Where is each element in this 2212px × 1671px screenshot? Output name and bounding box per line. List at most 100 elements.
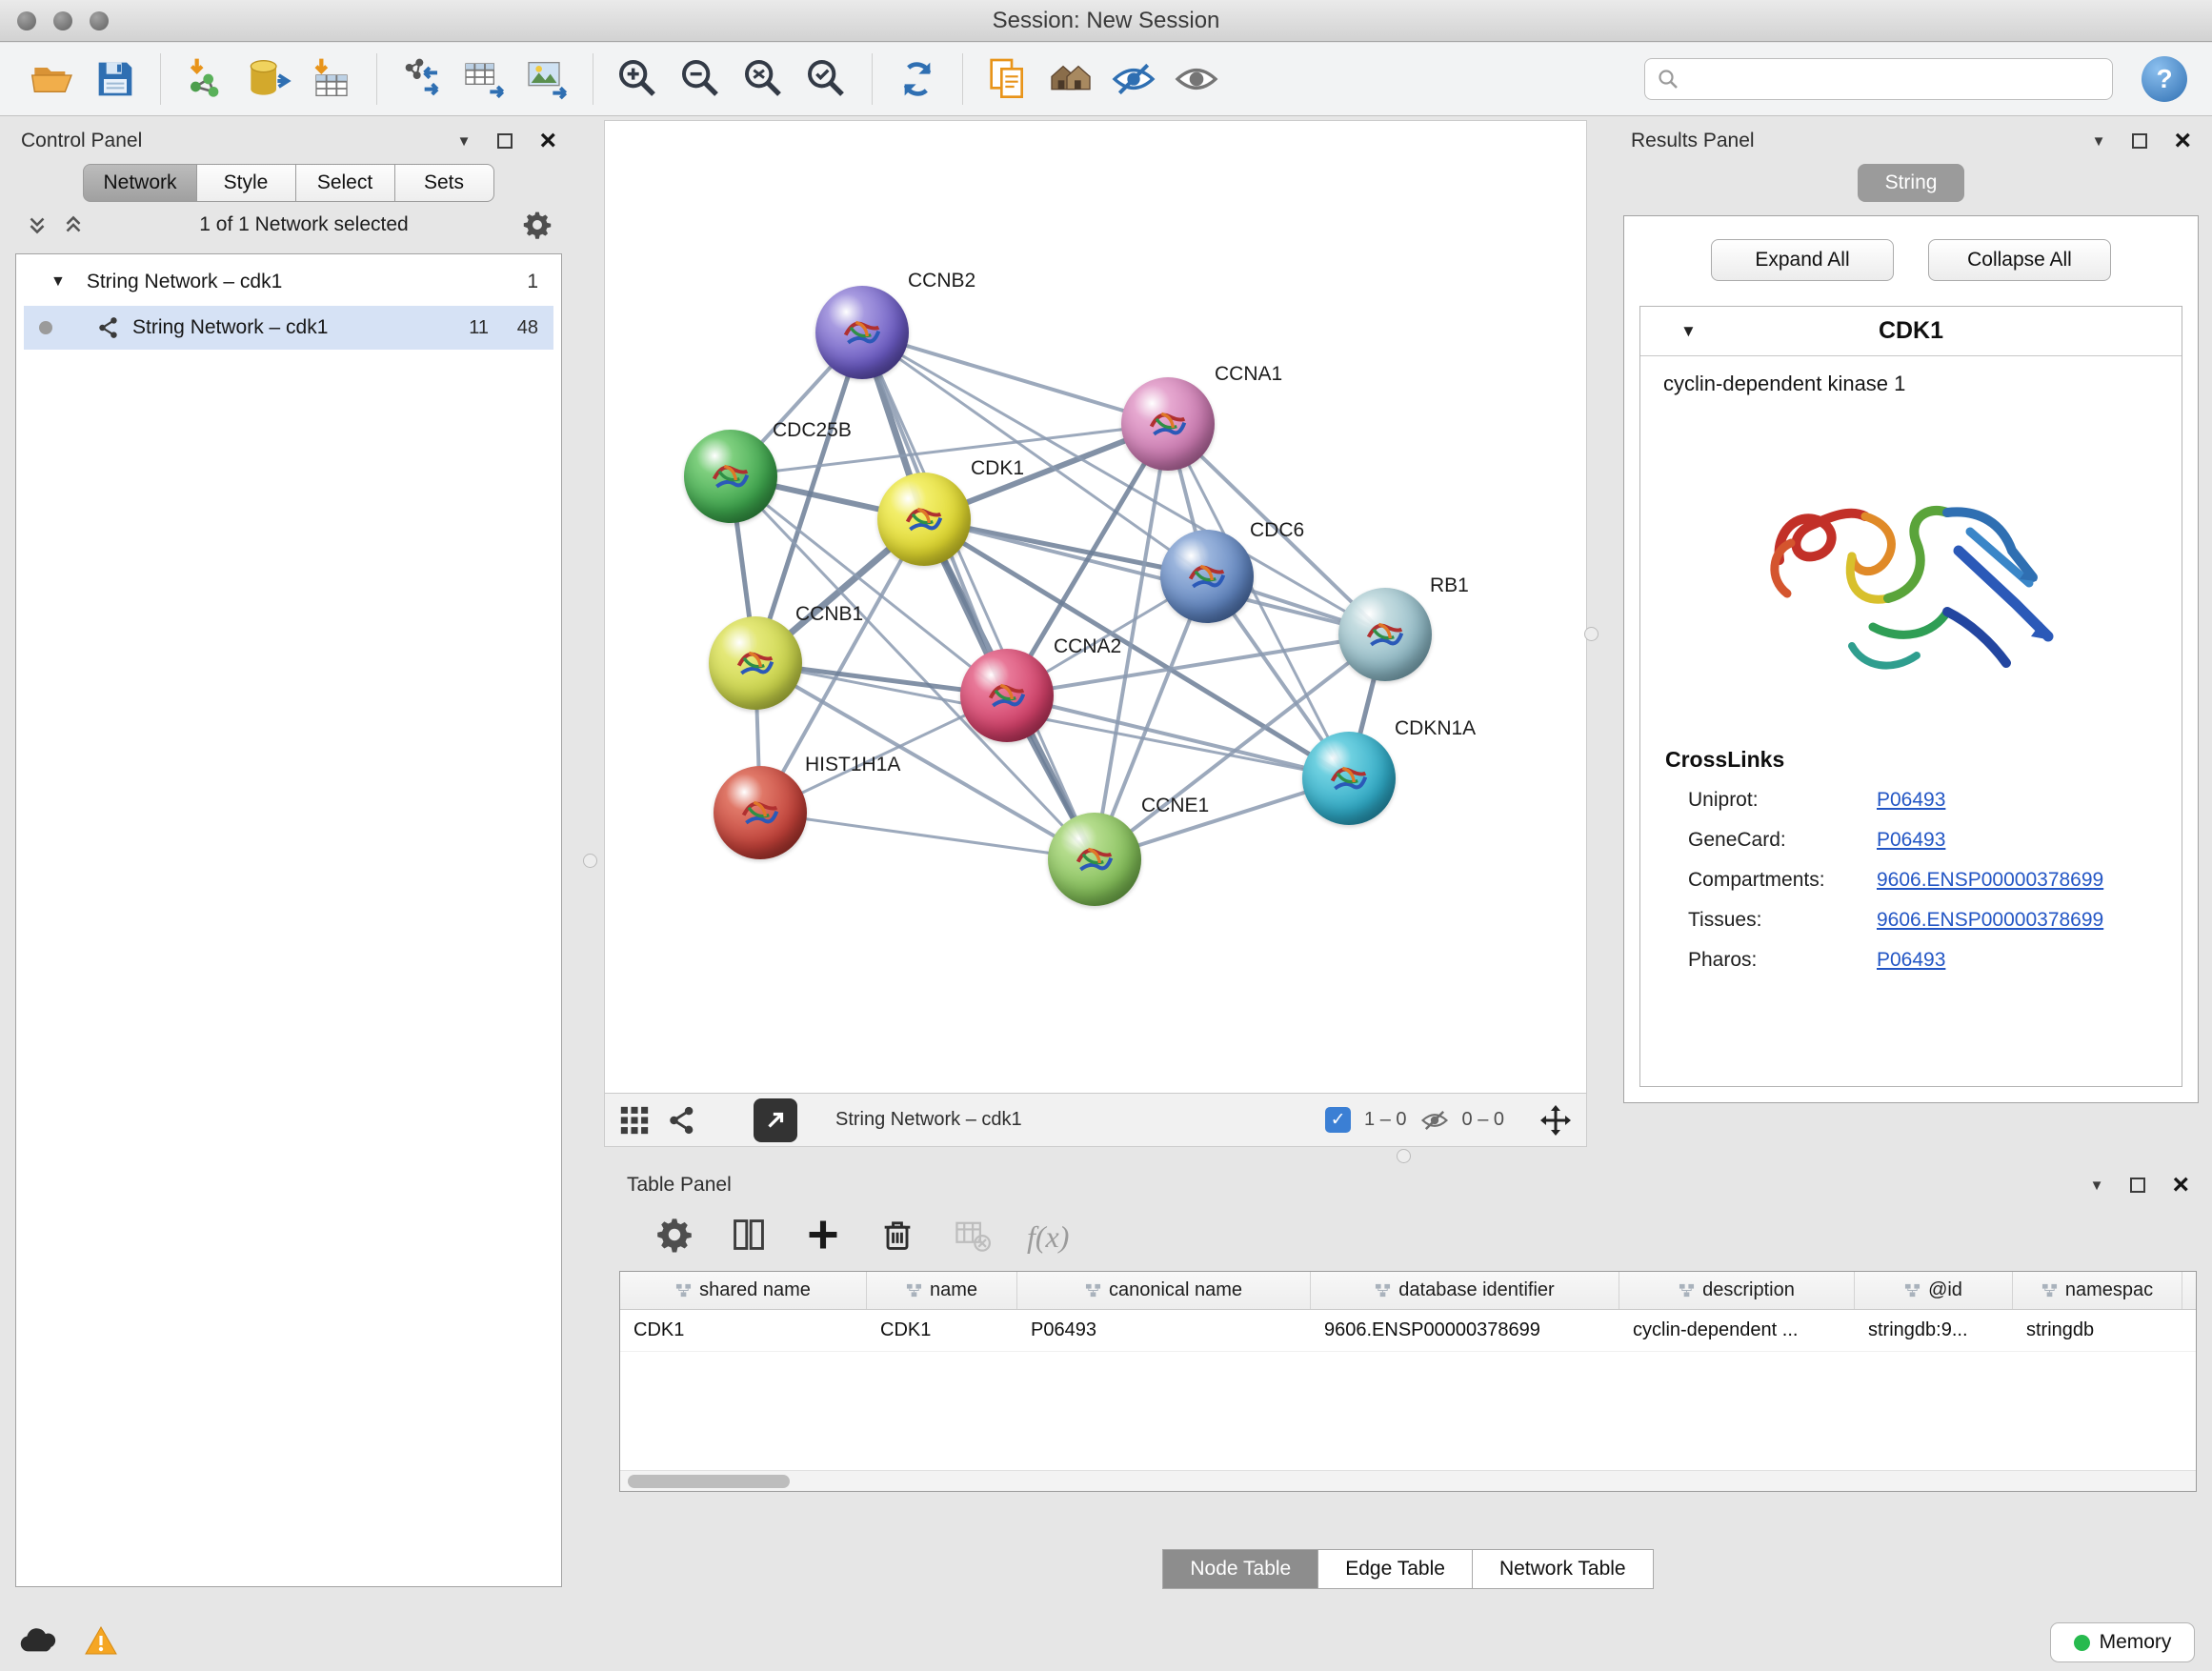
memory-button[interactable]: Memory xyxy=(2050,1622,2195,1662)
protein-section-header[interactable]: ▼ CDK1 xyxy=(1640,307,2182,356)
expand-all-tree-icon[interactable] xyxy=(25,212,50,237)
table-settings-button[interactable] xyxy=(655,1216,694,1258)
hide-selected-button[interactable] xyxy=(1106,50,1161,108)
close-panel-icon[interactable]: × xyxy=(2174,127,2191,155)
network-node-CCNB2[interactable] xyxy=(815,286,909,379)
export-image-button[interactable] xyxy=(520,50,575,108)
collapse-panel-icon[interactable]: ▼ xyxy=(2092,134,2106,149)
network-canvas[interactable]: CCNB2CCNA1CDC25BCDK1CDC6RB1CCNB1CCNA2CDK… xyxy=(605,121,1586,1093)
column-header[interactable]: shared name xyxy=(620,1272,867,1309)
section-collapse-icon[interactable]: ▼ xyxy=(1680,322,1697,341)
zoom-fit-button[interactable] xyxy=(736,50,792,108)
network-node-CDK1[interactable] xyxy=(877,473,971,566)
cloud-status-button[interactable] xyxy=(17,1625,61,1661)
help-button[interactable]: ? xyxy=(2142,56,2187,102)
show-columns-button[interactable] xyxy=(730,1216,768,1258)
crosslink-value-link[interactable]: 9606.ENSP00000378699 xyxy=(1877,909,2103,932)
maximize-window-button[interactable] xyxy=(90,11,109,30)
table-cell[interactable]: stringdb xyxy=(2013,1310,2182,1351)
network-node-CCNE1[interactable] xyxy=(1048,813,1141,906)
close-window-button[interactable] xyxy=(17,11,36,30)
delete-column-button[interactable] xyxy=(878,1216,916,1258)
float-panel-icon[interactable] xyxy=(2132,133,2147,149)
column-header[interactable]: namespac xyxy=(2013,1272,2182,1309)
gear-icon[interactable] xyxy=(522,210,553,240)
collapse-all-tree-icon[interactable] xyxy=(61,212,86,237)
network-node-HIST1H1A[interactable] xyxy=(714,766,807,859)
close-panel-icon[interactable]: × xyxy=(539,127,556,155)
network-node-CCNA1[interactable] xyxy=(1121,377,1215,471)
duplicate-style-button[interactable] xyxy=(980,50,1036,108)
network-edge[interactable] xyxy=(924,519,1385,634)
float-panel-icon[interactable] xyxy=(2130,1178,2145,1193)
vertical-splitter-handle[interactable] xyxy=(1584,627,1599,641)
table-cell[interactable]: 9606.ENSP00000378699 xyxy=(1311,1310,1619,1351)
refresh-button[interactable] xyxy=(890,50,945,108)
horizontal-splitter-handle[interactable] xyxy=(1397,1149,1411,1163)
network-row-selected[interactable]: String Network – cdk1 11 48 xyxy=(24,306,553,350)
column-header[interactable]: canonical name xyxy=(1017,1272,1311,1309)
network-node-CCNA2[interactable] xyxy=(960,649,1054,742)
table-cell[interactable]: P06493 xyxy=(1017,1310,1311,1351)
close-panel-icon[interactable]: × xyxy=(2172,1171,2189,1199)
birdseye-view-button[interactable] xyxy=(666,1104,698,1137)
zoom-in-button[interactable] xyxy=(611,50,666,108)
column-header[interactable]: database identifier xyxy=(1311,1272,1619,1309)
table-cell[interactable]: cyclin-dependent ... xyxy=(1619,1310,1855,1351)
selected-count-checkbox[interactable]: ✓ xyxy=(1325,1107,1351,1133)
table-row[interactable]: CDK1CDK1P064939606.ENSP00000378699cyclin… xyxy=(620,1310,2196,1352)
minimize-window-button[interactable] xyxy=(53,11,72,30)
save-session-button[interactable] xyxy=(88,50,143,108)
open-session-button[interactable] xyxy=(25,50,80,108)
tab-network-table[interactable]: Network Table xyxy=(1473,1549,1654,1589)
network-node-CDC25B[interactable] xyxy=(684,430,777,523)
table-cell[interactable]: CDK1 xyxy=(620,1310,867,1351)
float-panel-icon[interactable] xyxy=(497,133,513,149)
tab-node-table[interactable]: Node Table xyxy=(1162,1549,1318,1589)
toolbar-search[interactable] xyxy=(1644,58,2113,100)
horizontal-scrollbar[interactable] xyxy=(620,1470,2196,1491)
tab-sets[interactable]: Sets xyxy=(395,164,494,202)
tab-string[interactable]: String xyxy=(1858,164,1964,202)
tree-expand-icon[interactable]: ▼ xyxy=(50,273,66,291)
table-cell[interactable]: CDK1 xyxy=(867,1310,1017,1351)
collapse-panel-icon[interactable]: ▼ xyxy=(457,134,472,149)
import-network-database-button[interactable] xyxy=(241,50,296,108)
show-all-button[interactable] xyxy=(1169,50,1224,108)
scrollbar-thumb[interactable] xyxy=(628,1475,790,1488)
zoom-selected-button[interactable] xyxy=(799,50,855,108)
table-cell[interactable]: stringdb:9... xyxy=(1855,1310,2013,1351)
import-table-button[interactable] xyxy=(304,50,359,108)
network-edge[interactable] xyxy=(862,332,1095,859)
home-views-button[interactable] xyxy=(1043,50,1098,108)
tab-select[interactable]: Select xyxy=(296,164,395,202)
crosslink-value-link[interactable]: 9606.ENSP00000378699 xyxy=(1877,869,2103,892)
detach-view-button[interactable] xyxy=(754,1098,797,1142)
tab-style[interactable]: Style xyxy=(197,164,296,202)
warnings-button[interactable] xyxy=(84,1625,118,1661)
network-collection-row[interactable]: ▼ String Network – cdk1 1 xyxy=(16,260,561,304)
pan-mode-button[interactable] xyxy=(1538,1103,1573,1137)
tab-edge-table[interactable]: Edge Table xyxy=(1318,1549,1473,1589)
clone-network-button[interactable] xyxy=(394,50,450,108)
import-network-file-button[interactable] xyxy=(178,50,233,108)
add-column-button[interactable] xyxy=(804,1216,842,1258)
vertical-splitter-handle[interactable] xyxy=(583,854,597,868)
network-edge[interactable] xyxy=(862,332,1168,424)
expand-all-button[interactable]: Expand All xyxy=(1711,239,1894,281)
zoom-out-button[interactable] xyxy=(674,50,729,108)
export-table-button[interactable] xyxy=(457,50,513,108)
network-node-CDKN1A[interactable] xyxy=(1302,732,1396,825)
column-header[interactable]: name xyxy=(867,1272,1017,1309)
collapse-all-button[interactable]: Collapse All xyxy=(1928,239,2111,281)
crosslink-value-link[interactable]: P06493 xyxy=(1877,949,1945,972)
tab-network[interactable]: Network xyxy=(83,164,196,202)
network-node-CCNB1[interactable] xyxy=(709,616,802,710)
network-edge[interactable] xyxy=(760,813,1095,859)
search-input[interactable] xyxy=(1689,68,2101,91)
crosslink-value-link[interactable]: P06493 xyxy=(1877,789,1945,812)
collapse-panel-icon[interactable]: ▼ xyxy=(2090,1178,2104,1193)
column-header[interactable]: @id xyxy=(1855,1272,2013,1309)
network-node-RB1[interactable] xyxy=(1338,588,1432,681)
network-node-CDC6[interactable] xyxy=(1160,530,1254,623)
